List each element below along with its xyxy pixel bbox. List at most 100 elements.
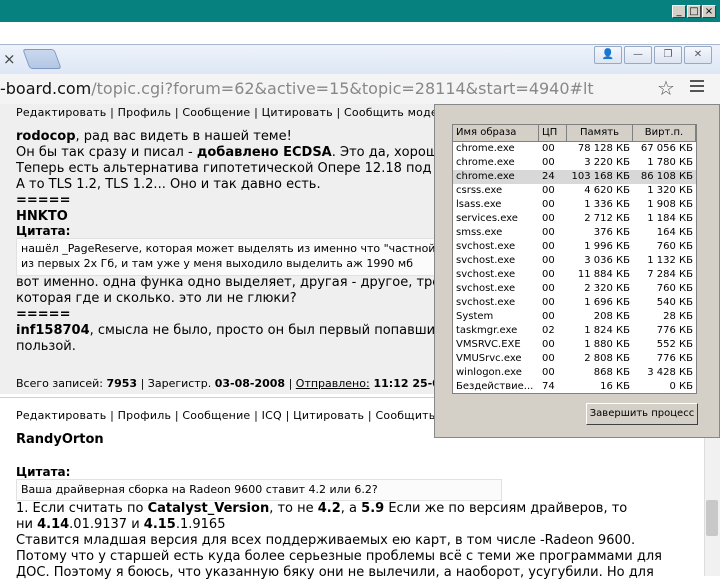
minimize-button[interactable]: _ [672,5,686,18]
post-text-fragment: , то не [269,501,318,516]
quoted-user: inf158704 [16,323,90,338]
process-virtual: 776 КБ [656,325,693,336]
process-row[interactable]: svchost.exe 00 3 036 КБ 1 132 КБ [453,254,696,268]
process-virtual: 760 КБ [656,241,693,252]
process-cpu: 00 [542,367,555,378]
post-text-fragment: .01.9137 и [69,517,144,532]
process-cpu: 00 [542,269,555,280]
post-text-fragment: , рад вас видеть в нашей теме! [75,129,292,144]
process-row[interactable]: taskmgr.exe 02 1 824 КБ 776 КБ [453,324,696,338]
col-image-name[interactable]: Имя образа [453,125,539,141]
quote-line: из первых 2х Гб, и там уже у меня выходи… [21,257,413,270]
user-icon[interactable]: 👤 [594,46,622,64]
process-cpu: 00 [542,311,555,322]
process-name: System [456,311,494,322]
process-virtual: 776 КБ [656,353,693,364]
process-cpu: 00 [542,185,555,196]
post-text: ДОС. Поэтому я боюсь, что указанную бяку… [16,565,654,580]
process-row[interactable]: VMUSrvc.exe 00 2 808 КБ 776 КБ [453,352,696,366]
process-row[interactable]: csrss.exe 00 4 620 КБ 1 320 КБ [453,184,696,198]
process-row[interactable]: lsass.exe 00 1 336 КБ 1 908 КБ [453,198,696,212]
process-row[interactable]: svchost.exe 00 11 884 КБ 7 284 КБ [453,268,696,282]
process-row[interactable]: chrome.exe 00 78 128 КБ 67 056 КБ [453,142,696,156]
maximize-button[interactable]: □ [687,5,701,18]
post-text: Ставится младшая версия для всех поддерж… [16,533,636,548]
footer-text: Всего записей: [16,377,107,390]
process-row[interactable]: winlogon.exe 00 868 КБ 3 428 КБ [453,366,696,380]
process-name: csrss.exe [456,185,503,196]
post-text-fragment: Если же по версиям драйверов, то [384,501,628,516]
process-virtual: 760 КБ [656,283,693,294]
process-row[interactable]: svchost.exe 00 1 696 КБ 540 КБ [453,296,696,310]
os-title-bar [0,0,720,22]
post-text: А то TLS 1.2, TLS 1.2... Оно и так давно… [16,177,321,192]
process-row[interactable]: svchost.exe 00 1 996 КБ 760 КБ [453,240,696,254]
process-virtual: 7 284 КБ [647,269,693,280]
process-virtual: 1 184 КБ [647,213,693,224]
quote-label: Цитата: [16,224,71,238]
process-row[interactable]: System 00 208 КБ 28 КБ [453,310,696,324]
post-action-links[interactable]: Редактировать | Профиль | Сообщение | Ци… [16,106,452,119]
process-cpu: 00 [542,255,555,266]
url-host: -board.com [0,79,92,98]
post-text: 1. Если считать по Catalyst_Version, то … [16,501,627,517]
process-list[interactable]: Имя образа ЦП Память Вирт.п. chrome.exe 0… [452,124,697,394]
post-count: 7953 [106,377,138,390]
end-process-button[interactable]: Завершить процесс [586,403,698,425]
process-name: taskmgr.exe [456,325,518,336]
address-input[interactable]: -board.com/topic.cgi?forum=62&active=15&… [0,78,650,100]
process-memory: 2 712 КБ [584,213,630,224]
tab-close-icon[interactable]: × [3,50,16,68]
new-tab-button[interactable] [22,49,62,69]
process-name: svchost.exe [456,283,516,294]
process-name: svchost.exe [456,297,516,308]
browser-minimize-button[interactable]: — [624,46,652,64]
process-cpu: 00 [542,199,555,210]
post-text: вот именно. одна функа одно выделяет, др… [16,275,441,290]
process-cpu: 24 [542,171,555,182]
process-cpu: 00 [542,227,555,238]
chrome-menu-icon[interactable] [690,80,704,95]
sent-link[interactable]: Отправлено: [296,377,370,390]
process-name: svchost.exe [456,255,516,266]
col-cpu[interactable]: ЦП [539,125,567,141]
url-path: /topic.cgi?forum=62&active=15&topic=2811… [91,79,594,98]
quote-label: Цитата: [16,465,71,479]
process-row[interactable]: svchost.exe 00 2 320 КБ 760 КБ [453,282,696,296]
post-bold-text: 5.9 [361,501,385,516]
process-memory: 1 824 КБ [584,325,630,336]
bookmark-star-icon[interactable]: ☆ [657,76,675,100]
close-button[interactable]: × [702,5,716,18]
process-name: Бездействие... [456,381,534,392]
process-memory: 78 128 КБ [577,143,630,154]
post-text-fragment: Он бы так сразу и писал - [16,145,197,160]
col-memory[interactable]: Память [567,125,633,141]
process-list-header: Имя образа ЦП Память Вирт.п. [453,125,696,142]
process-virtual: 0 КБ [669,381,693,392]
process-row[interactable]: chrome.exe 24 103 168 КБ 86 108 КБ [453,170,696,184]
process-memory: 1 996 КБ [584,241,630,252]
post-action-links[interactable]: Редактировать | Профиль | Сообщение | IC… [16,409,448,422]
process-memory: 11 884 КБ [577,269,630,280]
scrollbar-thumb[interactable] [706,500,718,536]
process-virtual: 1 320 КБ [647,185,693,196]
process-memory: 376 КБ [593,227,630,238]
process-name: winlogon.exe [456,367,522,378]
col-virtual[interactable]: Вирт.п. [633,125,696,141]
process-row[interactable]: smss.exe 00 376 КБ 164 КБ [453,226,696,240]
process-virtual: 28 КБ [663,311,693,322]
process-row[interactable]: chrome.exe 00 3 220 КБ 1 780 КБ [453,156,696,170]
post-bold-text: 4.2 [317,501,341,516]
process-row[interactable]: Бездействие... 74 16 КБ 0 КБ [453,380,696,393]
process-memory: 1 880 КБ [584,339,630,350]
process-memory: 2 320 КБ [584,283,630,294]
browser-restore-button[interactable]: ❐ [654,46,682,64]
post-text: Он бы так сразу и писал - добавлено ECDS… [16,145,438,161]
process-name: services.exe [456,213,518,224]
process-cpu: 02 [542,325,555,336]
browser-close-button[interactable]: ✕ [684,46,712,64]
process-row[interactable]: VMSRVC.EXE 00 1 880 КБ 552 КБ [453,338,696,352]
process-cpu: 00 [542,297,555,308]
process-row[interactable]: services.exe 00 2 712 КБ 1 184 КБ [453,212,696,226]
process-cpu: 00 [542,353,555,364]
